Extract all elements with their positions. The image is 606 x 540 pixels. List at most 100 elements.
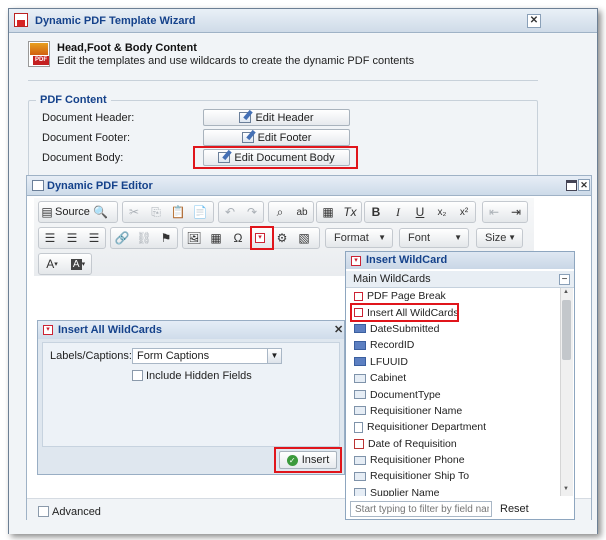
edit-header-label: Edit Header <box>255 111 314 124</box>
link-icon[interactable]: 🔗 <box>111 228 133 248</box>
pdf-content-legend: PDF Content <box>36 94 111 106</box>
collapse-icon[interactable]: − <box>559 274 570 285</box>
editor-title-text: Dynamic PDF Editor <box>47 180 153 192</box>
edit-header-button[interactable]: Edit Header <box>203 109 350 126</box>
undo-group: ↶ ↷ <box>218 201 264 223</box>
edit-document-icon <box>218 152 231 163</box>
wildcard-item[interactable]: DateSubmitted <box>346 321 560 337</box>
copy-icon[interactable]: ⎘ <box>145 202 167 222</box>
wildcard-item[interactable]: DocumentType <box>346 386 560 402</box>
indent-icon[interactable]: ⇥ <box>505 202 527 222</box>
insert-button[interactable]: ✓ Insert <box>279 451 337 469</box>
source-button[interactable]: Source <box>55 206 90 218</box>
main-wildcards-label: Main WildCards <box>353 273 431 285</box>
settings-gear-icon[interactable]: ⚙ <box>271 228 293 248</box>
insert-all-dialog-close-icon[interactable]: ✕ <box>334 323 343 336</box>
wildcard-item[interactable]: RecordID <box>346 337 560 353</box>
pdf-file-icon: PDF <box>28 41 50 67</box>
source-group: ▤ Source 🔍 <box>38 201 118 223</box>
text-color-icon[interactable]: A ▾ <box>39 254 65 274</box>
align-left-icon[interactable]: ☰ <box>39 228 61 248</box>
font-combo[interactable]: Font ▼ <box>399 228 469 248</box>
select-all-icon[interactable]: ▦ <box>317 202 339 222</box>
clipboard-group: ✂ ⎘ 📋 📄 <box>122 201 214 223</box>
remove-format-icon[interactable]: Tx <box>339 202 361 222</box>
redo-icon[interactable]: ↷ <box>241 202 263 222</box>
size-combo-label: Size <box>485 232 507 244</box>
outdent-icon[interactable]: ⇤ <box>483 202 505 222</box>
edit-footer-button[interactable]: Edit Footer <box>203 129 350 146</box>
wildcard-panel-title-text: Insert WildCard <box>366 254 448 266</box>
template-icon[interactable]: ▧ <box>293 228 315 248</box>
wildcard-item[interactable]: Requisitioner Name <box>346 403 560 419</box>
align-group: ☰ ☰ ☰ <box>38 227 106 249</box>
background-color-icon[interactable]: A ▾ <box>65 254 91 274</box>
field-icon <box>354 488 366 496</box>
undo-icon[interactable]: ↶ <box>219 202 241 222</box>
cut-icon[interactable]: ✂ <box>123 202 145 222</box>
align-right-icon[interactable]: ☰ <box>83 228 105 248</box>
editor-close-icon[interactable]: ✕ <box>578 179 590 191</box>
wildcard-item[interactable]: Supplier Name <box>346 485 560 496</box>
special-char-icon[interactable]: Ω <box>227 228 249 248</box>
edit-body-label: Edit Document Body <box>234 151 335 164</box>
format-combo[interactable]: Format ▼ <box>325 228 393 248</box>
image-icon[interactable]: 🖼 <box>183 228 205 248</box>
wildcard-item-label: DateSubmitted <box>370 322 440 335</box>
paste-text-icon[interactable]: 📄 <box>189 202 211 222</box>
unlink-icon[interactable]: ⛓ <box>133 228 155 248</box>
subscript-icon[interactable]: x₂ <box>431 202 453 222</box>
document-header-label: Document Header: <box>42 112 135 124</box>
wildcard-item[interactable]: PDF Page Break <box>346 288 560 304</box>
replace-icon[interactable]: ab <box>291 202 313 222</box>
italic-icon[interactable]: I <box>387 202 409 222</box>
superscript-icon[interactable]: x² <box>453 202 475 222</box>
reset-button[interactable]: Reset <box>500 503 529 515</box>
advanced-label: Advanced <box>52 506 101 518</box>
size-combo[interactable]: Size ▼ <box>476 228 523 248</box>
wildcard-item[interactable]: Date of Requisition <box>346 436 560 452</box>
wildcard-item-label: Supplier Name <box>370 486 440 496</box>
wildcard-scrollbar-thumb[interactable] <box>562 300 571 360</box>
wildcard-panel-icon: ▾ <box>351 256 361 266</box>
insert-all-item-highlight-box <box>350 303 459 322</box>
anchor-flag-icon[interactable]: ⚑ <box>155 228 177 248</box>
align-center-icon[interactable]: ☰ <box>61 228 83 248</box>
wildcard-item-label: Requisitioner Ship To <box>370 470 470 483</box>
link-group: 🔗 ⛓ ⚑ <box>110 227 178 249</box>
separator <box>28 80 538 81</box>
wildcard-item[interactable]: Requisitioner Department <box>346 419 560 435</box>
wildcard-item[interactable]: Requisitioner Phone <box>346 452 560 468</box>
underline-icon[interactable]: U <box>409 202 431 222</box>
preview-icon[interactable]: 🔍 <box>90 202 112 222</box>
wildcard-item[interactable]: LFUUID <box>346 354 560 370</box>
wildcard-item-label: DocumentType <box>370 388 441 401</box>
wildcard-item-label: Requisitioner Phone <box>370 454 465 467</box>
edit-document-icon <box>239 112 252 123</box>
wildcard-filter-input[interactable] <box>350 501 492 517</box>
bold-icon[interactable]: B <box>365 202 387 222</box>
paste-icon[interactable]: 📋 <box>167 202 189 222</box>
wildcard-item[interactable]: Requisitioner Ship To <box>346 468 560 484</box>
document-icon <box>354 421 363 433</box>
edit-document-body-button[interactable]: Edit Document Body <box>203 149 350 166</box>
table-icon[interactable]: ▦ <box>205 228 227 248</box>
chevron-down-icon: ▼ <box>267 349 281 363</box>
find-icon[interactable]: ⌕ <box>269 202 291 222</box>
wizard-heading: Head,Foot & Body Content <box>57 42 197 54</box>
include-hidden-checkbox[interactable] <box>132 370 143 381</box>
font-combo-label: Font <box>408 232 431 244</box>
wildcard-panel-title: Insert WildCard <box>346 252 574 269</box>
wildcard-item[interactable]: Cabinet <box>346 370 560 386</box>
wizard-close-icon[interactable]: ✕ <box>527 14 541 28</box>
maximize-icon[interactable] <box>566 180 577 191</box>
labels-captions-select[interactable]: Form Captions ▼ <box>132 348 282 364</box>
advanced-checkbox[interactable] <box>38 506 49 517</box>
format-combo-label: Format <box>334 232 369 244</box>
main-wildcards-header: Main WildCards <box>346 271 574 288</box>
field-icon <box>354 471 366 481</box>
scroll-up-icon[interactable]: ▲ <box>563 289 569 295</box>
scroll-down-icon[interactable]: ▼ <box>563 486 569 492</box>
wizard-subheading: Edit the templates and use wildcards to … <box>57 55 415 67</box>
document-body-label: Document Body: <box>42 152 124 164</box>
